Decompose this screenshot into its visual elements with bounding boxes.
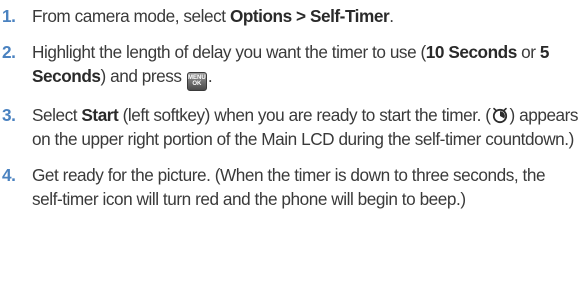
step-text: (left softkey) when you are ready to sta… (118, 105, 491, 125)
step-number: 3. (2, 105, 16, 125)
option-10-seconds: 10 Seconds (425, 42, 517, 62)
step-text: ) and press (100, 66, 186, 86)
step-3: 3. Select Start (left softkey) when you … (0, 103, 579, 151)
step-text: From camera mode, select (32, 6, 230, 26)
step-1: 1. From camera mode, select Options > Se… (0, 4, 579, 28)
step-number: 4. (2, 165, 16, 185)
step-number: 2. (2, 42, 16, 62)
step-text: . (389, 6, 394, 26)
step-2: 2. Highlight the length of delay you wan… (0, 40, 579, 91)
ok-key-label: OK (192, 81, 202, 87)
step-text: Get ready for the picture. (When the tim… (32, 165, 546, 209)
step-number: 1. (2, 6, 16, 26)
step-text: . (207, 66, 213, 86)
step-text: Select (32, 105, 82, 125)
start-softkey-label: Start (81, 105, 119, 125)
menu-path: Options > Self-Timer (229, 6, 390, 26)
self-timer-icon (491, 106, 509, 124)
step-text: Highlight the length of delay you want t… (32, 42, 426, 62)
instruction-list: 1. From camera mode, select Options > Se… (0, 4, 579, 223)
step-text: or (516, 42, 540, 62)
step-4: 4. Get ready for the picture. (When the … (0, 163, 579, 211)
menu-ok-key-icon: MENU OK (186, 72, 207, 91)
